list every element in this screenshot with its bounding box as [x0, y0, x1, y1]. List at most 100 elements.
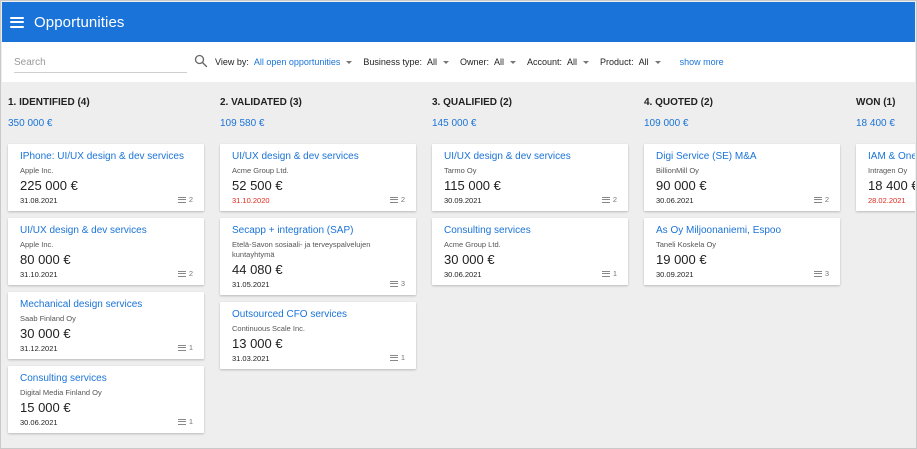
activity-count-value: 1: [400, 353, 405, 362]
opportunity-close-date: 30.09.2021: [444, 196, 482, 205]
app-bar: Opportunities: [2, 2, 915, 42]
opportunity-account: Etelä-Savon sosiaali- ja terveyspalveluj…: [232, 240, 371, 259]
opportunity-title[interactable]: Consulting services: [20, 373, 107, 384]
app-window: Opportunities View by: All open opportun…: [0, 0, 917, 449]
opportunity-title[interactable]: Secapp + integration (SAP): [232, 225, 353, 236]
opportunity-amount: 115 000 €: [444, 178, 501, 193]
column-title: 1. IDENTIFIED (4): [8, 97, 90, 108]
activity-count: 2: [177, 269, 193, 278]
activity-count: 2: [389, 195, 405, 204]
opportunity-card[interactable]: Consulting services Digital Media Finlan…: [8, 366, 204, 433]
opportunity-close-date: 30.09.2021: [656, 270, 694, 279]
opportunity-card[interactable]: Digi Service (SE) M&A BillionMill Oy 90 …: [644, 144, 840, 211]
business-type-label: Business type:: [363, 57, 422, 67]
column-title: 2. VALIDATED (3): [220, 97, 302, 108]
opportunity-close-date: 31.12.2021: [20, 344, 58, 353]
opportunity-close-date: 31.10.2021: [20, 270, 58, 279]
opportunity-card[interactable]: UI/UX design & dev services Acme Group L…: [220, 144, 416, 211]
activity-count-value: 2: [824, 195, 829, 204]
list-icon: [177, 270, 186, 277]
opportunity-amount: 18 400 €: [868, 178, 915, 193]
page-title: Opportunities: [34, 13, 125, 31]
column-title: 3. QUALIFIED (2): [432, 97, 513, 108]
list-icon: [177, 196, 186, 203]
column-total: 350 000 €: [8, 118, 53, 129]
list-icon: [177, 418, 186, 425]
opportunity-card[interactable]: Outsourced CFO services Continuous Scale…: [220, 302, 416, 369]
opportunity-account: Apple Inc.: [20, 166, 54, 175]
product-dropdown-icon[interactable]: [654, 60, 661, 64]
list-icon: [601, 196, 610, 203]
opportunity-close-date: 28.02.2021: [868, 196, 906, 205]
column-total: 109 580 €: [220, 118, 265, 129]
opportunity-account: Acme Group Ltd.: [444, 240, 501, 249]
view-by-select[interactable]: All open opportunities: [254, 57, 341, 67]
opportunity-close-date: 31.03.2021: [232, 354, 270, 363]
opportunity-card[interactable]: Mechanical design services Saab Finland …: [8, 292, 204, 359]
opportunity-title[interactable]: Outsourced CFO services: [232, 309, 347, 320]
opportunity-amount: 30 000 €: [444, 252, 495, 267]
activity-count: 1: [177, 417, 193, 426]
opportunity-card[interactable]: Secapp + integration (SAP) Etelä-Savon s…: [220, 218, 416, 295]
view-by-dropdown-icon[interactable]: [346, 60, 353, 64]
owner-select[interactable]: All: [494, 57, 504, 67]
opportunity-account: Intragen Oy: [868, 166, 908, 175]
activity-count-value: 2: [188, 269, 193, 278]
opportunity-close-date: 31.08.2021: [20, 196, 58, 205]
activity-count-value: 3: [400, 279, 405, 288]
opportunity-title[interactable]: Consulting services: [444, 225, 531, 236]
opportunity-card[interactable]: Consulting services Acme Group Ltd. 30 0…: [432, 218, 628, 285]
list-icon: [813, 270, 822, 277]
opportunity-amount: 80 000 €: [20, 252, 71, 267]
filter-bar: View by: All open opportunities Business…: [2, 42, 915, 82]
column-total: 109 000 €: [644, 118, 689, 129]
activity-count-value: 2: [188, 195, 193, 204]
opportunity-card[interactable]: UI/UX design & dev services Apple Inc. 8…: [8, 218, 204, 285]
opportunity-title[interactable]: UI/UX design & dev services: [232, 151, 359, 162]
activity-count: 2: [177, 195, 193, 204]
hamburger-menu-icon[interactable]: [10, 16, 24, 28]
business-type-dropdown-icon[interactable]: [442, 60, 449, 64]
activity-count-value: 3: [824, 269, 829, 278]
opportunity-card[interactable]: As Oy Miljoonaniemi, Espoo Taneli Koskel…: [644, 218, 840, 285]
list-icon: [389, 280, 398, 287]
account-select[interactable]: All: [567, 57, 577, 67]
owner-dropdown-icon[interactable]: [510, 60, 516, 64]
search-field[interactable]: [14, 53, 187, 73]
opportunity-card[interactable]: IPhone: UI/UX design & dev services Appl…: [8, 144, 204, 211]
opportunity-close-date: 31.05.2021: [232, 280, 270, 289]
opportunity-title[interactable]: IPhone: UI/UX design & dev services: [20, 151, 184, 162]
opportunity-title[interactable]: IAM & One: [868, 151, 915, 162]
opportunity-account: Continuous Scale Inc.: [232, 324, 305, 333]
opportunity-account: Digital Media Finland Oy: [20, 388, 102, 397]
activity-count: 1: [601, 269, 617, 278]
activity-count-value: 1: [612, 269, 617, 278]
account-dropdown-icon[interactable]: [583, 60, 590, 64]
opportunity-title[interactable]: Mechanical design services: [20, 299, 142, 310]
opportunity-card[interactable]: UI/UX design & dev services Tarmo Oy 115…: [432, 144, 628, 211]
list-icon: [389, 196, 398, 203]
list-icon: [601, 270, 610, 277]
opportunity-title[interactable]: UI/UX design & dev services: [444, 151, 571, 162]
search-input[interactable]: [14, 53, 187, 72]
opportunity-title[interactable]: Digi Service (SE) M&A: [656, 151, 757, 162]
pipeline-board: 1. IDENTIFIED (4) 350 000 € IPhone: UI/U…: [2, 82, 915, 448]
opportunity-account: BillionMill Oy: [656, 166, 699, 175]
opportunity-title[interactable]: As Oy Miljoonaniemi, Espoo: [656, 225, 781, 236]
search-icon[interactable]: [194, 54, 208, 68]
activity-count-value: 2: [400, 195, 405, 204]
opportunity-amount: 15 000 €: [20, 400, 71, 415]
show-more-link[interactable]: show more: [680, 57, 724, 67]
activity-count-value: 1: [188, 343, 193, 352]
column-total: 18 400 €: [856, 118, 895, 129]
opportunity-amount: 30 000 €: [20, 326, 71, 341]
business-type-select[interactable]: All: [427, 57, 437, 67]
column-total: 145 000 €: [432, 118, 477, 129]
activity-count: 3: [389, 279, 405, 288]
opportunity-title[interactable]: UI/UX design & dev services: [20, 225, 147, 236]
account-label: Account:: [527, 57, 563, 67]
list-icon: [389, 354, 398, 361]
opportunity-card[interactable]: IAM & One Intragen Oy 18 400 € 28.02.202…: [856, 144, 915, 211]
opportunity-close-date: 30.06.2021: [656, 196, 694, 205]
product-select[interactable]: All: [639, 57, 649, 67]
